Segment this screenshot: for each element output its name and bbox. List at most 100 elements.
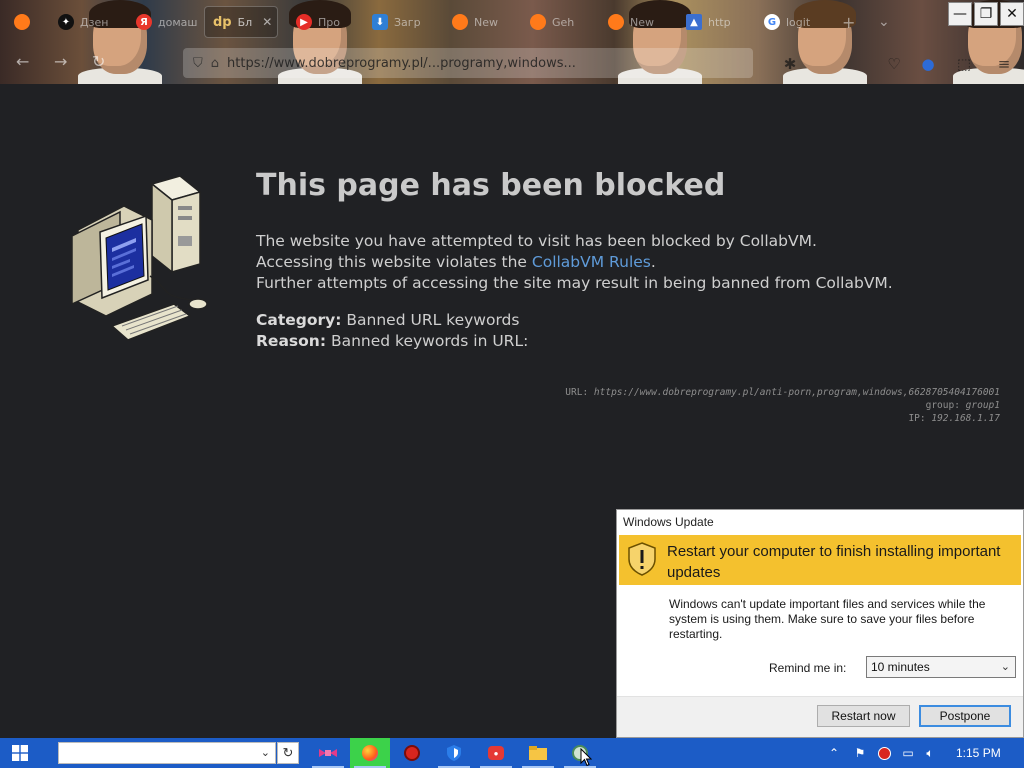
- taskbar-app-explorer[interactable]: [518, 738, 558, 768]
- tab-label: New: [474, 15, 498, 29]
- collabvm-rules-link[interactable]: CollabVM Rules: [532, 253, 651, 271]
- update-banner: Restart your computer to finish installi…: [619, 535, 1021, 585]
- tab-list-button[interactable]: ⌄: [874, 6, 896, 38]
- chevron-down-icon[interactable]: ⌄: [261, 746, 270, 759]
- pocket-icon[interactable]: ♡: [884, 54, 904, 74]
- forward-icon[interactable]: →: [54, 52, 67, 71]
- close-icon[interactable]: ✕: [262, 15, 272, 29]
- volume-muted-icon[interactable]: 🔈︎: [922, 745, 938, 761]
- close-window-button[interactable]: ✕: [1000, 2, 1024, 26]
- url-text: https://www.dobreprogramy.pl/...programy…: [227, 55, 576, 71]
- youtube-icon: ▶: [296, 14, 312, 30]
- taskbar-refresh-button[interactable]: ↻: [277, 742, 299, 764]
- taskbar-app-firefox[interactable]: [350, 738, 390, 768]
- taskbar-app-shield[interactable]: [434, 738, 474, 768]
- computer-illustration-icon: [71, 176, 208, 341]
- network-icon[interactable]: ▭: [900, 745, 916, 761]
- remind-select[interactable]: 10 minutes ⌄: [866, 656, 1016, 678]
- chevron-down-icon: ⌄: [1000, 661, 1010, 673]
- tab-new-2[interactable]: New: [600, 6, 676, 38]
- firefox-icon: [14, 14, 30, 30]
- tab-strip: ✦ Дзен Я домашняя dp Бл ✕ ▶ Про ⬇ Загр N…: [0, 6, 940, 38]
- browser-chrome: ✦ Дзен Я домашняя dp Бл ✕ ▶ Про ⬇ Загр N…: [0, 0, 1024, 84]
- restart-now-button[interactable]: Restart now: [817, 705, 910, 727]
- menu-icon[interactable]: ≡: [994, 54, 1014, 74]
- firefox-icon: [452, 14, 468, 30]
- details-url-row: URL: https://www.dobreprogramy.pl/anti-p…: [565, 386, 1000, 399]
- url-bar[interactable]: ⛉ ⌂ https://www.dobreprogramy.pl/...prog…: [183, 48, 753, 78]
- details-group-row: group: group1: [565, 399, 1000, 412]
- details-ip-value: 192.168.1.17: [931, 413, 1000, 424]
- postpone-button[interactable]: Postpone: [919, 705, 1011, 727]
- antivirus-icon[interactable]: [876, 745, 892, 761]
- details-url-value: https://www.dobreprogramy.pl/anti-porn,p…: [593, 387, 1000, 398]
- ribbon-app-icon: [319, 749, 337, 757]
- yandex-icon: Я: [136, 14, 152, 30]
- category-row: Category: Banned URL keywords: [256, 310, 528, 331]
- tab-google[interactable]: G logit: [756, 6, 836, 38]
- mouse-cursor-icon: [580, 748, 592, 767]
- tab-downloads[interactable]: ⬇ Загр: [364, 6, 444, 38]
- plus-icon: +: [842, 12, 856, 32]
- reload-icon[interactable]: ↻: [92, 52, 105, 71]
- tab-firefox[interactable]: [6, 6, 46, 38]
- window-controls: — ❐ ✕: [948, 2, 1024, 26]
- download-icon: ⬇: [372, 14, 388, 30]
- tab-label: logit: [786, 15, 811, 29]
- details-ip-label: IP:: [908, 413, 926, 424]
- warning-shield-icon: [628, 542, 656, 576]
- app-red-icon: [404, 745, 420, 761]
- reason-row: Reason: Banned keywords in URL:: [256, 331, 528, 352]
- taskbar-clock[interactable]: 1:15 PM: [956, 746, 1001, 760]
- block-message-line: Accessing this website violates the Coll…: [256, 252, 893, 273]
- extensions-icon[interactable]: ⬚: [954, 54, 974, 74]
- page-info-icon[interactable]: ⌂: [211, 56, 219, 71]
- tab-label: New: [630, 15, 654, 29]
- google-icon: G: [764, 14, 780, 30]
- tab-label: Бл: [237, 15, 253, 29]
- block-message: The website you have attempted to visit …: [256, 231, 893, 294]
- restore-button[interactable]: ❐: [974, 2, 998, 26]
- tab-dzen[interactable]: ✦ Дзен: [50, 6, 126, 38]
- details-group-label: group:: [925, 400, 960, 411]
- back-icon[interactable]: ←: [16, 52, 29, 71]
- firefox-icon: [530, 14, 546, 30]
- graduation-icon: ▲: [686, 14, 702, 30]
- flag-icon[interactable]: ⚑: [852, 745, 868, 761]
- taskbar-app-ribbon[interactable]: [308, 738, 348, 768]
- chevron-up-icon[interactable]: ⌃: [826, 745, 842, 761]
- reason-value: Banned keywords in URL:: [330, 332, 529, 350]
- windows-update-dialog: Windows Update Restart your computer to …: [616, 509, 1024, 738]
- tab-yandex[interactable]: Я домашняя: [128, 6, 198, 38]
- tab-geh[interactable]: Geh: [522, 6, 598, 38]
- shield-app-icon: [447, 745, 461, 761]
- file-explorer-icon: [529, 746, 547, 760]
- tab-new-1[interactable]: New: [444, 6, 520, 38]
- details-group-value: group1: [965, 400, 1000, 411]
- dialog-title: Windows Update: [623, 515, 714, 529]
- tab-dobreprogramy[interactable]: dp Бл ✕: [204, 6, 278, 38]
- dzen-icon: ✦: [58, 14, 74, 30]
- update-body-text: Windows can't update important files and…: [669, 597, 986, 641]
- tab-youtube[interactable]: ▶ Про: [288, 6, 358, 38]
- reason-label: Reason:: [256, 332, 327, 350]
- puzzle-extension-icon[interactable]: ✱: [780, 54, 800, 74]
- navigation-bar: ← → ↻ ⛉ ⌂ https://www.dobreprogramy.pl/.…: [0, 44, 1024, 84]
- details-ip-row: IP: 192.168.1.17: [565, 412, 1000, 425]
- taskbar-address-input[interactable]: ⌄: [58, 742, 276, 764]
- taskbar: ⌄ ↻ ● ⌃ ⚑ ▭ 🔈︎ 1:15 PM: [0, 738, 1024, 768]
- dp-icon: dp: [213, 14, 232, 30]
- new-tab-button[interactable]: +: [838, 6, 860, 38]
- tab-label: домашняя: [158, 15, 198, 29]
- tab-http[interactable]: ▲ http: [678, 6, 754, 38]
- tab-label: Дзен: [80, 15, 109, 29]
- update-heading: Restart your computer to finish installi…: [667, 543, 1001, 581]
- chevron-down-icon: ⌄: [878, 14, 890, 30]
- tab-label: Про: [318, 15, 340, 29]
- windows-start-icon[interactable]: [12, 745, 28, 761]
- minimize-button[interactable]: —: [948, 2, 972, 26]
- profile-icon[interactable]: ●: [918, 54, 938, 74]
- taskbar-app-red[interactable]: [392, 738, 432, 768]
- shield-icon[interactable]: ⛉: [193, 56, 203, 71]
- taskbar-app-video[interactable]: ●: [476, 738, 516, 768]
